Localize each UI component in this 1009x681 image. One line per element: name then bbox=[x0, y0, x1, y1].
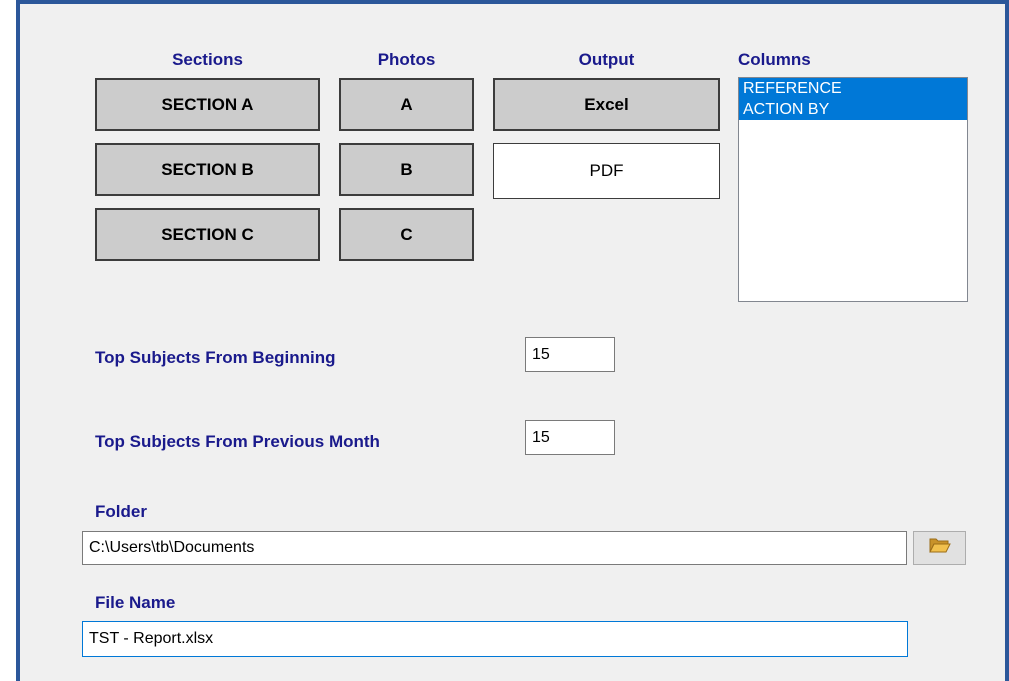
top-subjects-previous-month-input[interactable] bbox=[525, 420, 615, 455]
file-name-input[interactable] bbox=[82, 621, 908, 657]
folder-label: Folder bbox=[95, 502, 147, 521]
section-c-toggle[interactable]: SECTION C bbox=[95, 208, 320, 261]
section-b-toggle[interactable]: SECTION B bbox=[95, 143, 320, 196]
top-subjects-beginning-input[interactable] bbox=[525, 337, 615, 372]
photos-c-toggle[interactable]: C bbox=[339, 208, 474, 261]
photos-header: Photos bbox=[377, 50, 436, 69]
photos-b-toggle[interactable]: B bbox=[339, 143, 474, 196]
columns-header: Columns bbox=[738, 50, 811, 69]
output-excel-toggle[interactable]: Excel bbox=[493, 78, 720, 131]
columns-item-action-by[interactable]: ACTION BY bbox=[739, 99, 967, 120]
sections-header: Sections bbox=[172, 50, 243, 69]
window-left-border bbox=[16, 0, 20, 681]
browse-folder-button[interactable] bbox=[913, 531, 966, 565]
output-header: Output bbox=[578, 50, 635, 69]
window-left-margin bbox=[0, 0, 16, 681]
window-top-border bbox=[0, 0, 1009, 4]
top-subjects-previous-month-label: Top Subjects From Previous Month bbox=[95, 432, 380, 451]
file-name-label: File Name bbox=[95, 593, 176, 612]
folder-path-input[interactable] bbox=[82, 531, 907, 565]
report-options-window: Sections Photos Output Columns SECTION A… bbox=[0, 0, 1009, 681]
top-subjects-beginning-label: Top Subjects From Beginning bbox=[95, 348, 336, 367]
section-a-toggle[interactable]: SECTION A bbox=[95, 78, 320, 131]
output-pdf-toggle[interactable]: PDF bbox=[493, 143, 720, 199]
photos-a-toggle[interactable]: A bbox=[339, 78, 474, 131]
window-right-border bbox=[1005, 0, 1009, 681]
columns-item-reference[interactable]: REFERENCE bbox=[739, 78, 967, 99]
columns-listbox[interactable]: REFERENCE ACTION BY bbox=[738, 77, 968, 302]
folder-open-icon bbox=[928, 537, 951, 559]
